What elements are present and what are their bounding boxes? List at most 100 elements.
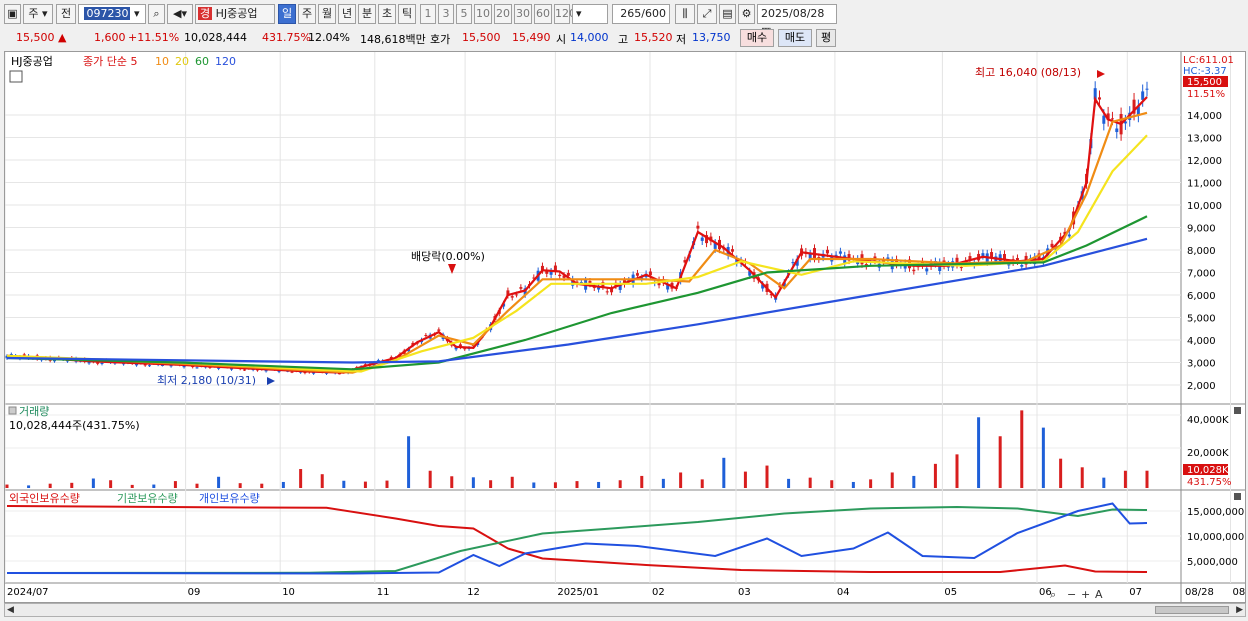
volume-bar (640, 475, 644, 488)
tab-tick[interactable]: 틱 (398, 4, 416, 24)
price-tick-label: 9,000 (1187, 224, 1216, 235)
volume-bar (320, 474, 324, 488)
volume-bar (912, 475, 916, 488)
dividend-annotation: 배당락(0.00%) (411, 250, 485, 263)
sell-button[interactable]: 매도 (778, 29, 812, 47)
candle-body (696, 225, 700, 229)
interval-button[interactable]: 30 (514, 4, 532, 24)
stock-name-field[interactable]: 경 HJ중공업 (195, 4, 275, 24)
x-axis-label: 02 (652, 587, 665, 598)
buy-button[interactable]: 매수 (740, 29, 774, 47)
volume-value: 10,028,444 (184, 31, 247, 44)
scroll-right-icon[interactable]: ▶ (1236, 605, 1243, 615)
chart-area[interactable]: 2,000 3,000 4,000 5,000 6,000 7,000 8,000 9,000… (4, 51, 1246, 603)
candle-body (100, 363, 104, 365)
tab-yearly[interactable]: 년 (338, 4, 356, 24)
x-axis-label: 05 (944, 587, 957, 598)
tab-minute[interactable]: 분 (358, 4, 376, 24)
draw-icon[interactable]: ⤢ (697, 4, 717, 24)
candle-body (1020, 264, 1024, 267)
volume-tick: 20,000K (1187, 448, 1229, 459)
speaker-icon[interactable]: ◀▾ (167, 4, 193, 24)
close-panel-icon[interactable] (1234, 407, 1241, 414)
volume-bar (299, 469, 303, 488)
x-axis-label: 12 (467, 587, 480, 598)
interval-button[interactable]: 20 (494, 4, 512, 24)
interval-button[interactable]: 1 (420, 4, 436, 24)
text-size-icon[interactable]: A (1095, 588, 1103, 601)
ask-label: 호가 (430, 33, 451, 46)
x-axis-label: 08 (1233, 587, 1246, 598)
time-axis: 2024/07 09 10 11 12 2025/01 02 03 04 05 06 07 08 (7, 587, 1245, 598)
low-price: 13,750 (692, 31, 731, 44)
chart-tools[interactable]: ⌕ − + A (1050, 588, 1103, 601)
volume-last-pct: 431.75% (1187, 477, 1232, 488)
evaluate-button[interactable]: 평 (816, 29, 836, 47)
plus-icon[interactable]: + (1081, 588, 1090, 601)
minus-icon[interactable]: − (1067, 588, 1076, 601)
candle-body (558, 274, 562, 277)
volume-bar (722, 457, 726, 488)
low-label: 저 (676, 33, 687, 46)
candle-body (981, 253, 985, 256)
candle-icon[interactable]: ⫼ (675, 4, 695, 24)
volume-bar (173, 481, 177, 488)
legend-ma5: 종가 단순 5 (83, 55, 137, 68)
scroll-thumb[interactable] (1155, 606, 1229, 614)
holdings-tick: 10,000,000 (1187, 532, 1244, 543)
stock-code-input[interactable]: 097230 ▾ (78, 4, 146, 24)
volume-bar (152, 484, 156, 488)
prev-button[interactable]: 전 (56, 4, 76, 24)
legend-institution: 기관보유수량 (117, 492, 178, 505)
interval-input[interactable]: ▾ (572, 4, 608, 24)
zoom-icon[interactable]: ⌕ (1050, 588, 1056, 601)
legend-foreign: 외국인보유수량 (9, 492, 80, 505)
volume-bar (1123, 470, 1127, 488)
volume-bar (363, 481, 367, 488)
open-price: 14,000 (570, 31, 609, 44)
horizontal-scrollbar[interactable]: ◀ ▶ (4, 603, 1246, 617)
layout-icon[interactable]: ▣ (4, 4, 21, 24)
interval-button[interactable]: 10 (474, 4, 492, 24)
x-axis-label: 10 (282, 587, 295, 598)
volume-bar (91, 478, 95, 488)
search-icon[interactable]: ⌕ (148, 4, 165, 24)
tab-monthly[interactable]: 월 (318, 4, 336, 24)
volume-bar (743, 471, 747, 488)
candle-body (1110, 118, 1114, 120)
candle-body (510, 296, 514, 298)
candle-body (730, 249, 734, 252)
price-tick-label: 3,000 (1187, 359, 1216, 370)
candle-body (376, 360, 380, 362)
candle-body (791, 262, 795, 264)
price-tick-label: 7,000 (1187, 269, 1216, 280)
interval-button[interactable]: 3 (438, 4, 454, 24)
volume-bar (109, 480, 113, 488)
candle-body (290, 371, 294, 373)
period-type-select[interactable]: 주 ▾ (23, 4, 53, 24)
table-icon[interactable] (9, 70, 23, 83)
candle-body (148, 365, 151, 367)
interval-button[interactable]: 5 (456, 4, 472, 24)
volume-bar (428, 470, 432, 488)
date-field[interactable]: 2025/08/28 ▦ (757, 4, 837, 38)
candle-body (825, 249, 829, 254)
tab-daily[interactable]: 일 (278, 4, 296, 24)
interval-button[interactable]: 120 (554, 4, 576, 24)
volume-bar (1041, 427, 1045, 488)
gear-icon[interactable]: ⚙ (738, 4, 755, 24)
volume-bar (510, 476, 514, 488)
scroll-left-icon[interactable]: ◀ (7, 605, 14, 615)
volume-bar (933, 463, 937, 488)
volume-last-tag: 10,028K (1187, 465, 1229, 476)
save-icon[interactable]: ▤ (719, 4, 736, 24)
interval-button[interactable]: 60 (534, 4, 552, 24)
volume-bar (1059, 458, 1063, 488)
close-panel-icon[interactable] (1234, 493, 1241, 500)
candle-body (1098, 97, 1101, 100)
ask-price: 15,500 (462, 31, 501, 44)
bar-count-field[interactable]: 265/600 (612, 4, 670, 24)
bid-price: 15,490 (512, 31, 551, 44)
tab-weekly[interactable]: 주 (298, 4, 316, 24)
tab-second[interactable]: 초 (378, 4, 396, 24)
